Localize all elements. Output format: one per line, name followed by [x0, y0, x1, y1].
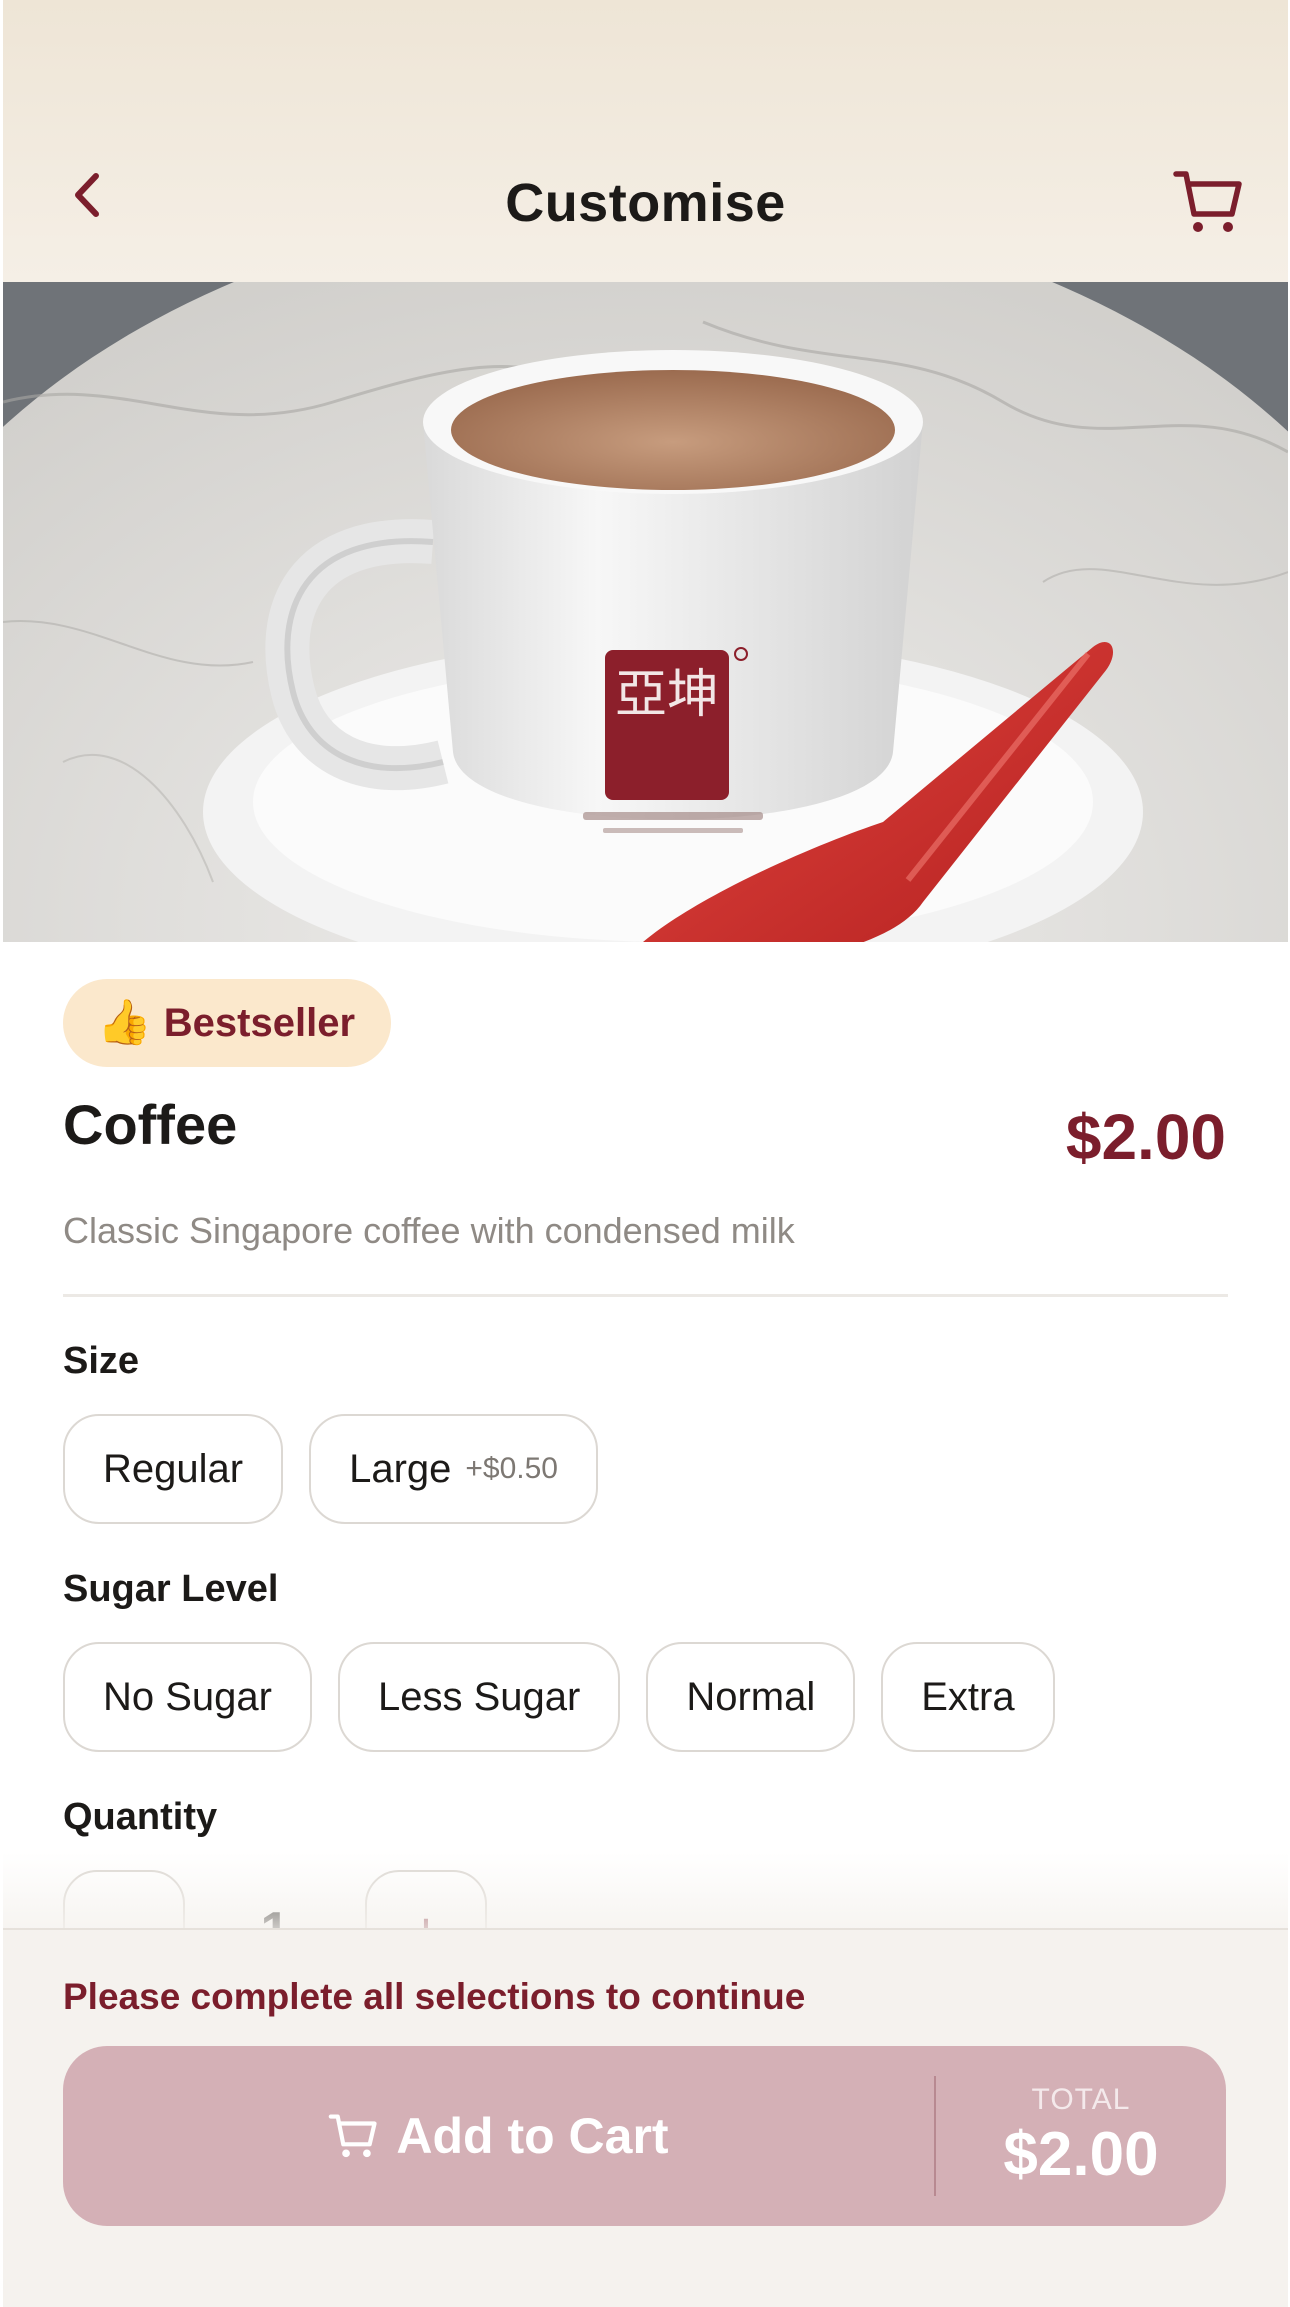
chip-label: No Sugar — [103, 1674, 272, 1719]
divider — [63, 1294, 1228, 1297]
quantity-label: Quantity — [63, 1796, 218, 1838]
total-block: TOTAL $2.00 — [936, 2083, 1226, 2190]
size-option-large[interactable]: Large +$0.50 — [309, 1414, 598, 1524]
size-label: Size — [63, 1340, 140, 1382]
product-description: Classic Singapore coffee with condensed … — [63, 1210, 795, 1251]
chip-label: Large — [349, 1446, 452, 1491]
validation-message: Please complete all selections to contin… — [63, 1976, 806, 2017]
screen: Customise 亞坤 👍 Bestseller Coffee $2.00 C… — [3, 0, 1288, 2307]
size-option-regular[interactable]: Regular — [63, 1414, 284, 1524]
chip-label: Normal — [686, 1674, 816, 1719]
badge-label: Bestseller — [163, 1000, 356, 1045]
cup-logo-text: 亞坤 — [615, 665, 719, 725]
app-header: Customise — [3, 0, 1288, 282]
total-label: TOTAL — [1031, 2082, 1131, 2116]
add-to-cart-label-group: Add to Cart — [63, 2046, 934, 2226]
size-options: Regular Large +$0.50 — [63, 1414, 598, 1524]
cart-icon — [329, 2114, 378, 2158]
decrement-button[interactable]: − — [63, 1870, 185, 1932]
add-to-cart-button[interactable]: Add to Cart TOTAL $2.00 — [63, 2046, 1226, 2226]
thumbs-up-icon: 👍 — [97, 998, 152, 1047]
price-modifier: +$0.50 — [465, 1452, 558, 1485]
chip-label: Extra — [921, 1674, 1015, 1719]
increment-button[interactable]: + — [365, 1870, 487, 1932]
checkout-bar: Please complete all selections to contin… — [3, 1928, 1288, 2307]
bestseller-badge: 👍 Bestseller — [63, 979, 392, 1067]
page-title: Customise — [505, 173, 786, 233]
add-to-cart-label: Add to Cart — [396, 2108, 669, 2164]
sugar-options: No Sugar Less Sugar Normal Extra — [63, 1642, 1055, 1752]
quantity-stepper: − 1 + — [63, 1870, 487, 1932]
sugar-option-extra[interactable]: Extra — [881, 1642, 1055, 1752]
chip-label: Less Sugar — [377, 1674, 581, 1719]
product-image: 亞坤 — [3, 282, 1288, 942]
chip-label: Regular — [103, 1446, 244, 1491]
product-price: $2.00 — [1065, 1101, 1226, 1173]
sugar-option-no-sugar[interactable]: No Sugar — [63, 1642, 312, 1752]
cart-button[interactable] — [1168, 162, 1248, 242]
total-value: $2.00 — [1003, 2119, 1159, 2189]
cart-icon — [1173, 171, 1242, 232]
sugar-option-normal[interactable]: Normal — [646, 1642, 856, 1752]
sugar-option-less-sugar[interactable]: Less Sugar — [337, 1642, 621, 1752]
sugar-level-label: Sugar Level — [63, 1568, 279, 1610]
product-name: Coffee — [63, 1093, 238, 1156]
product-details: 👍 Bestseller Coffee $2.00 Classic Singap… — [3, 942, 1288, 1932]
